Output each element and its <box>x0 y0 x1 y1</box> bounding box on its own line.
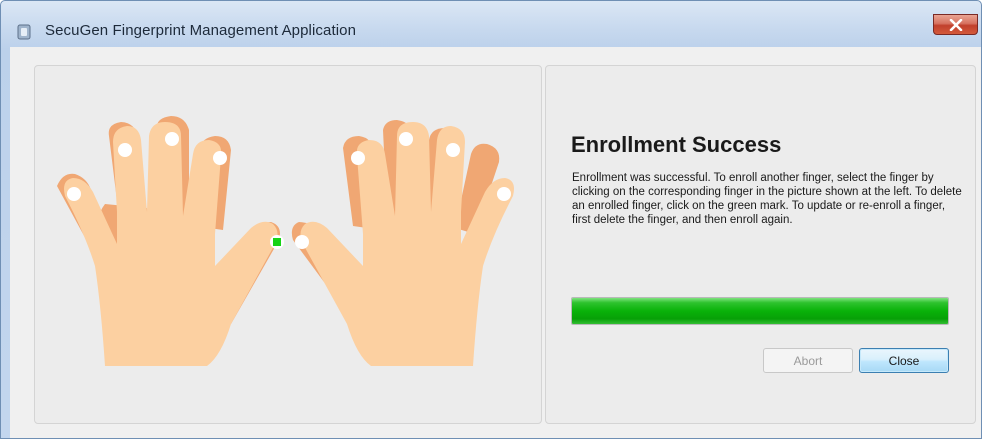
finger-selection-panel <box>34 65 542 424</box>
progress-fill <box>572 298 948 324</box>
close-icon <box>949 18 962 31</box>
client-area: Enrollment Success Enrollment was succes… <box>10 47 981 438</box>
window-close-button[interactable] <box>933 14 978 35</box>
status-message: Enrollment was successful. To enroll ano… <box>572 172 962 226</box>
left-hand <box>57 116 284 366</box>
status-heading: Enrollment Success <box>571 132 782 157</box>
status-panel: Enrollment Success Enrollment was succes… <box>545 65 976 424</box>
title-bar[interactable]: SecuGen Fingerprint Management Applicati… <box>1 1 981 47</box>
hands-picture <box>57 116 514 366</box>
right-hand <box>291 120 514 366</box>
abort-button[interactable]: Abort <box>763 348 853 373</box>
window-title: SecuGen Fingerprint Management Applicati… <box>45 22 357 39</box>
close-button[interactable]: Close <box>859 348 949 373</box>
app-icon <box>17 24 31 40</box>
enrollment-progress-bar <box>571 297 949 325</box>
enrolled-finger-mark[interactable] <box>273 238 281 246</box>
app-window: SecuGen Fingerprint Management Applicati… <box>0 0 982 439</box>
